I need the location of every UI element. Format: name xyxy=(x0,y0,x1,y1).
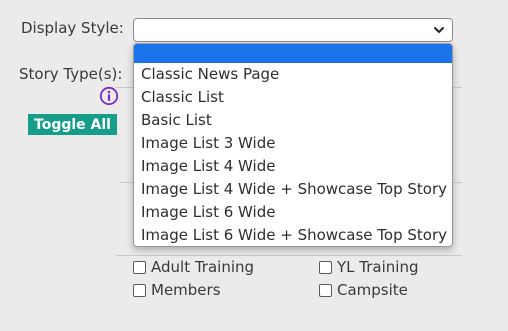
dropdown-option[interactable]: Image List 6 Wide + Showcase Top Story xyxy=(134,224,452,246)
checkbox-label: Adult Training xyxy=(151,258,255,276)
story-types-label: Story Type(s): xyxy=(19,65,123,83)
toggle-all-button[interactable]: Toggle All xyxy=(28,114,117,135)
dropdown-option[interactable]: Image List 4 Wide xyxy=(134,155,452,178)
checkbox[interactable] xyxy=(319,260,332,274)
dropdown-option-empty[interactable] xyxy=(134,44,452,63)
dropdown-option[interactable]: Image List 4 Wide + Showcase Top Story xyxy=(134,178,452,201)
display-style-select[interactable] xyxy=(133,18,453,42)
display-style-options[interactable]: Classic News Page Classic List Basic Lis… xyxy=(133,43,453,247)
dropdown-option[interactable]: Classic List xyxy=(134,86,452,109)
dropdown-option[interactable]: Image List 3 Wide xyxy=(134,132,452,155)
checkbox[interactable] xyxy=(133,260,146,274)
checkbox-adult-training[interactable]: Adult Training xyxy=(133,258,254,276)
info-icon[interactable] xyxy=(99,86,119,106)
checkbox-label: Members xyxy=(151,281,221,299)
checkbox-members[interactable]: Members xyxy=(133,281,221,299)
checkbox-yl-training[interactable]: YL Training xyxy=(319,258,418,276)
dropdown-option[interactable]: Basic List xyxy=(134,109,452,132)
checkbox[interactable] xyxy=(133,283,146,297)
chevron-down-icon xyxy=(434,27,444,33)
dropdown-option[interactable]: Image List 6 Wide xyxy=(134,201,452,224)
checkbox-label: Campsite xyxy=(337,281,408,299)
display-style-label: Display Style: xyxy=(21,19,124,37)
checkbox[interactable] xyxy=(319,283,332,297)
divider xyxy=(116,255,462,256)
dropdown-option[interactable]: Classic News Page xyxy=(134,63,452,86)
checkbox-campsite[interactable]: Campsite xyxy=(319,281,408,299)
checkbox-label: YL Training xyxy=(337,258,419,276)
